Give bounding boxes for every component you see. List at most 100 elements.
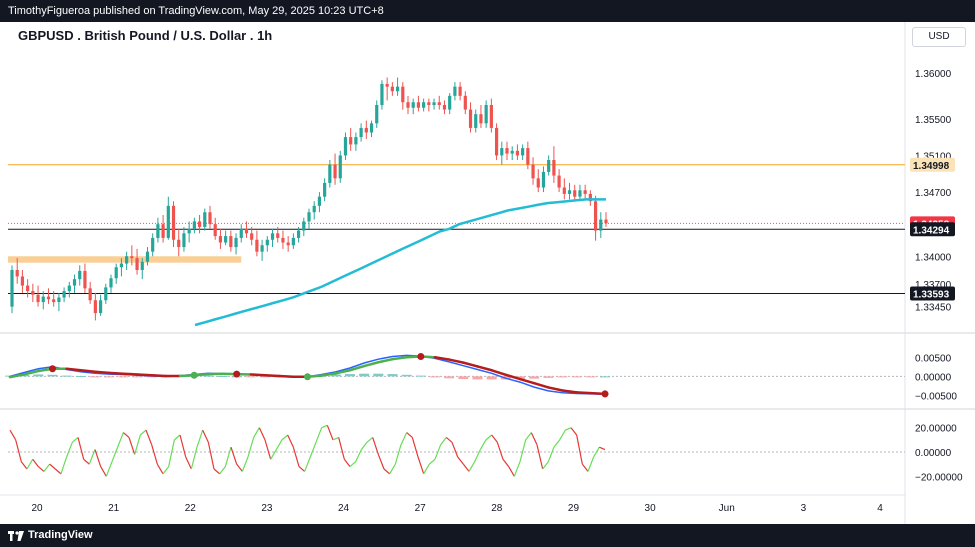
macd-histogram-bar <box>571 376 582 378</box>
macd-histogram-bar <box>415 375 426 377</box>
candle-body <box>52 299 56 303</box>
macd-histogram-bar <box>486 376 497 380</box>
time-tick-label: 20 <box>31 503 43 514</box>
candle <box>458 82 462 101</box>
macd-cross-marker <box>304 373 311 381</box>
osc-segment <box>360 441 368 450</box>
candle-body <box>573 190 577 197</box>
candle-body <box>416 102 421 108</box>
osc-segment <box>253 427 260 438</box>
osc-segment <box>139 429 147 436</box>
macd-histogram-bar <box>118 376 129 378</box>
currency-button[interactable]: USD <box>912 27 966 47</box>
candle-body <box>244 228 249 234</box>
candle <box>422 98 426 112</box>
price-tick-label: 1.35500 <box>915 115 952 126</box>
candle <box>20 270 25 293</box>
osc-segment <box>394 444 402 465</box>
osc-segment <box>100 466 107 477</box>
candle-body <box>489 105 493 128</box>
macd-signal-segment <box>377 357 394 364</box>
candle <box>156 217 160 243</box>
time-tick-label: 24 <box>338 503 350 514</box>
candle-body <box>250 233 254 240</box>
candle-body <box>213 224 217 237</box>
macd-histogram-bar <box>47 374 58 377</box>
osc-segment <box>423 463 430 475</box>
candle <box>161 215 165 243</box>
osc-segment <box>9 429 17 441</box>
macd-histogram-bar <box>359 373 370 377</box>
price-axis[interactable]: 1.360001.355001.351001.347001.340001.337… <box>915 69 963 483</box>
macd-histogram-bar <box>557 376 568 378</box>
osc-segment <box>530 432 538 445</box>
candle-body <box>151 237 155 252</box>
time-axis[interactable]: 20 21 22 23 24 27 28 29 30 Jun 3 4 <box>31 503 883 514</box>
osc-segment <box>196 429 204 448</box>
osc-segment <box>304 456 311 472</box>
candle <box>484 100 488 128</box>
candle-body <box>192 221 196 229</box>
osc-segment <box>491 434 498 443</box>
osc-segment <box>599 446 606 451</box>
tradingview-logo-icon <box>8 530 24 541</box>
osc-segment <box>513 461 521 477</box>
osc-segment <box>355 449 362 462</box>
candle-body <box>140 261 144 270</box>
candle-body <box>395 86 400 92</box>
candle <box>573 184 577 202</box>
candle <box>333 153 337 185</box>
candle <box>432 98 436 110</box>
macd-histogram-bar <box>33 374 44 377</box>
candle-body <box>427 102 431 105</box>
candle-body <box>93 300 97 314</box>
macd-signal-segment <box>136 373 153 377</box>
brand-text: TradingView <box>28 529 93 541</box>
osc-segment <box>275 439 283 450</box>
osc-segment <box>581 463 589 472</box>
candle-body <box>224 236 228 243</box>
osc-segment <box>400 432 408 445</box>
macd-signal-segment <box>107 371 125 375</box>
macd-signal-segment <box>561 389 578 394</box>
candle-body <box>406 102 410 108</box>
candle <box>46 288 51 304</box>
candle-body <box>36 294 40 303</box>
candle <box>437 95 441 110</box>
candle-body <box>578 190 582 197</box>
osc-segment <box>224 446 232 467</box>
candle <box>67 281 71 298</box>
osc-segment <box>485 434 493 441</box>
osc-segment <box>457 456 464 465</box>
osc-segment <box>508 466 515 477</box>
osc-segment <box>519 439 527 462</box>
osc-segment <box>54 468 62 475</box>
osc-segment <box>43 463 51 472</box>
candle-body <box>62 291 66 298</box>
candle <box>593 195 598 241</box>
candle <box>317 192 322 213</box>
candle-body <box>604 219 608 224</box>
brand[interactable]: TradingView <box>8 524 93 547</box>
chart-svg[interactable]: 1.360001.355001.351001.347001.340001.337… <box>0 0 975 547</box>
candle-body <box>177 239 181 248</box>
osc-segment <box>37 466 45 472</box>
candle-body <box>500 148 504 156</box>
osc-segment <box>179 434 187 458</box>
candle-body <box>312 205 316 213</box>
osc-segment <box>264 439 272 460</box>
candle <box>208 205 212 229</box>
candle-body <box>380 83 384 105</box>
candle-body <box>307 212 311 222</box>
candle-body <box>323 182 327 197</box>
osc-segment <box>122 432 130 438</box>
candle-body <box>166 205 170 238</box>
macd-signal-segment <box>547 386 564 392</box>
time-tick-label: 23 <box>261 503 273 514</box>
macd-histogram-bar <box>444 376 455 379</box>
candle-body <box>302 221 306 231</box>
candle-body <box>328 164 332 183</box>
macd-histogram-bar <box>75 375 86 377</box>
osc-segment <box>281 434 289 441</box>
candle-body <box>343 137 348 156</box>
